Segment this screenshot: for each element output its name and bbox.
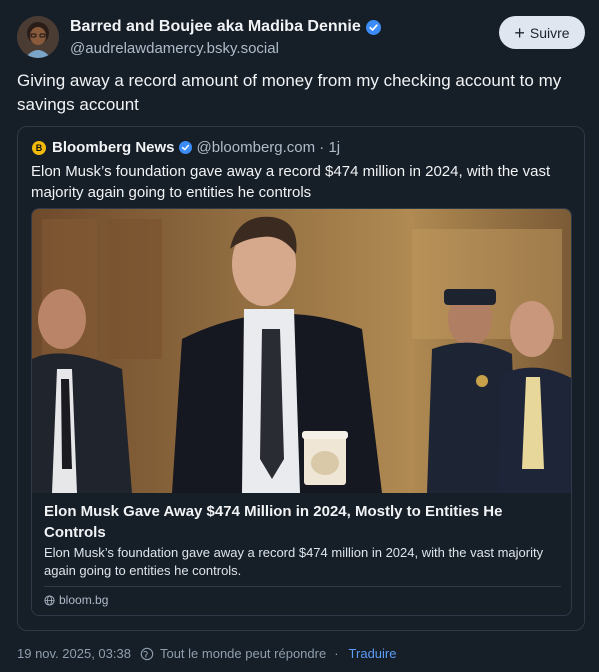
reply-setting[interactable]: Tout le monde peut répondre	[160, 646, 326, 661]
quote-text: Elon Musk’s foundation gave away a recor…	[31, 163, 551, 201]
globe-reply-icon	[140, 647, 154, 660]
news-photo	[32, 209, 571, 493]
quote-author-handle: @bloomberg.com · 1j	[196, 139, 341, 156]
quote-author-name[interactable]: Bloomberg News	[52, 139, 175, 156]
author-handle[interactable]: @audrelawdamercy.bsky.social	[70, 40, 279, 57]
verified-check-icon	[365, 19, 381, 35]
globe-icon	[44, 594, 55, 606]
post-footer: 19 nov. 2025, 03:38 Tout le monde peut r…	[17, 646, 396, 661]
author-avatar[interactable]	[17, 16, 59, 58]
author-name[interactable]: Barred and Boujee aka Madiba Dennie	[70, 18, 381, 36]
follow-button[interactable]: + Suivre	[499, 16, 585, 49]
bloomberg-avatar-icon: B	[32, 140, 46, 155]
footer-separator: ·	[334, 646, 339, 661]
author-name-text[interactable]: Barred and Boujee aka Madiba Dennie	[70, 18, 361, 36]
link-card[interactable]: Elon Musk Gave Away $474 Million in 2024…	[31, 208, 572, 616]
link-card-domain[interactable]: bloom.bg	[44, 593, 108, 607]
link-card-description: Elon Musk’s foundation gave away a recor…	[44, 545, 544, 578]
link-card-domain-text: bloom.bg	[59, 593, 109, 607]
quote-card[interactable]: B Bloomberg News @bloomberg.com · 1j Elo…	[17, 126, 585, 631]
follow-button-label: Suivre	[529, 24, 570, 41]
link-card-divider	[44, 586, 561, 587]
verified-check-icon	[178, 141, 192, 154]
plus-icon: +	[514, 22, 525, 43]
quote-header: B Bloomberg News @bloomberg.com · 1j	[32, 139, 340, 156]
avatar-image	[17, 16, 59, 58]
link-card-title[interactable]: Elon Musk Gave Away $474 Million in 2024…	[44, 501, 559, 543]
post-timestamp[interactable]: 19 nov. 2025, 03:38	[17, 646, 131, 661]
translate-link[interactable]: Traduire	[349, 646, 397, 661]
post: Barred and Boujee aka Madiba Dennie @aud…	[0, 0, 599, 672]
post-text: Giving away a record amount of money fro…	[17, 71, 562, 114]
